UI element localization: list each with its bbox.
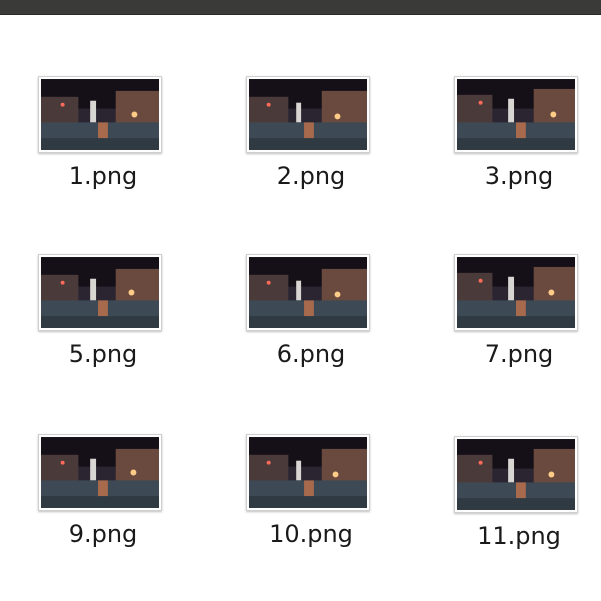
image-thumbnail-icon[interactable]: [38, 76, 162, 153]
file-name-label[interactable]: 11.png: [419, 522, 601, 550]
image-thumbnail-icon[interactable]: [38, 254, 162, 331]
image-thumbnail-icon[interactable]: [246, 76, 370, 153]
file-icon-grid: 1.png 2.png 3.png 5.png 6.png 7.png 9.pn…: [0, 14, 601, 601]
night-street-image-icon: [249, 257, 367, 328]
file-name-label[interactable]: 6.png: [211, 340, 411, 368]
night-street-image-icon: [249, 79, 367, 150]
image-thumbnail-icon[interactable]: [246, 434, 370, 511]
file-name-label[interactable]: 3.png: [419, 162, 601, 190]
night-street-image-icon: [41, 257, 159, 328]
night-street-image-icon: [457, 439, 575, 510]
file-name-label[interactable]: 2.png: [211, 162, 411, 190]
night-street-image-icon: [41, 79, 159, 150]
image-thumbnail-icon[interactable]: [454, 436, 578, 513]
file-name-label[interactable]: 1.png: [3, 162, 203, 190]
night-street-image-icon: [457, 257, 575, 328]
window-top-bar: [0, 0, 601, 15]
file-name-label[interactable]: 9.png: [3, 520, 203, 548]
image-thumbnail-icon[interactable]: [454, 254, 578, 331]
image-thumbnail-icon[interactable]: [246, 254, 370, 331]
file-name-label[interactable]: 7.png: [419, 340, 601, 368]
file-name-label[interactable]: 5.png: [3, 340, 203, 368]
night-street-image-icon: [249, 437, 367, 508]
night-street-image-icon: [457, 79, 575, 150]
file-name-label[interactable]: 10.png: [211, 520, 411, 548]
image-thumbnail-icon[interactable]: [38, 434, 162, 511]
night-street-image-icon: [41, 437, 159, 508]
image-thumbnail-icon[interactable]: [454, 76, 578, 153]
